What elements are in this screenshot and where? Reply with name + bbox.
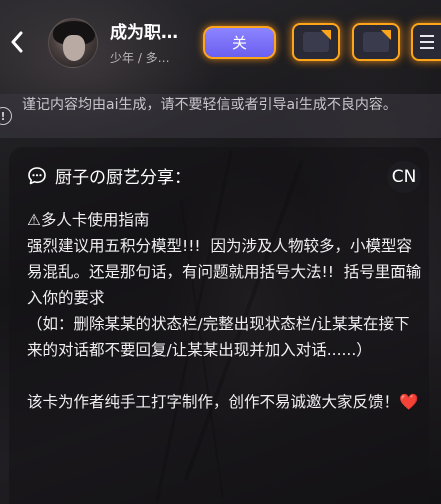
avatar[interactable] — [48, 18, 98, 68]
chevron-left-icon — [11, 31, 23, 53]
heart-icon: ❤️ — [399, 393, 419, 411]
card-button-2[interactable] — [352, 23, 400, 61]
follow-button[interactable]: 关 — [203, 26, 276, 59]
character-intro-card: 厨子の厨艺分享： CN ⚠多人卡使用指南 强烈建议用五积分模型!!! 因为涉及人… — [9, 147, 429, 504]
warning-text: 谨记内容均由ai生成，请不要轻信或者引导ai生成不良内容。 — [22, 97, 397, 113]
intro-title: 厨子の厨艺分享： — [55, 168, 191, 188]
character-name[interactable]: 成为职… — [110, 18, 178, 43]
warning-icon: ! — [0, 107, 12, 125]
menu-icon — [420, 35, 434, 37]
intro-text: ⚠多人卡使用指南 强烈建议用五积分模型!!! 因为涉及人物较多，小模型容易混乱。… — [27, 211, 422, 411]
content-warning-banner: ! 谨记内容均由ai生成，请不要轻信或者引导ai生成不良内容。 — [0, 94, 441, 138]
intro-body: ⚠多人卡使用指南 强烈建议用五积分模型!!! 因为涉及人物较多，小模型容易混乱。… — [27, 207, 423, 415]
back-button[interactable] — [6, 28, 28, 56]
language-toggle[interactable]: CN — [387, 161, 421, 193]
menu-button[interactable] — [411, 23, 441, 61]
card-button-1[interactable] — [292, 23, 340, 61]
intro-header: 厨子の厨艺分享： — [27, 163, 191, 188]
character-tags: 少年 / 多… — [110, 51, 170, 65]
chat-header: 成为职… 少年 / 多… 关 — [0, 0, 441, 86]
chat-bubble-icon — [28, 166, 46, 184]
